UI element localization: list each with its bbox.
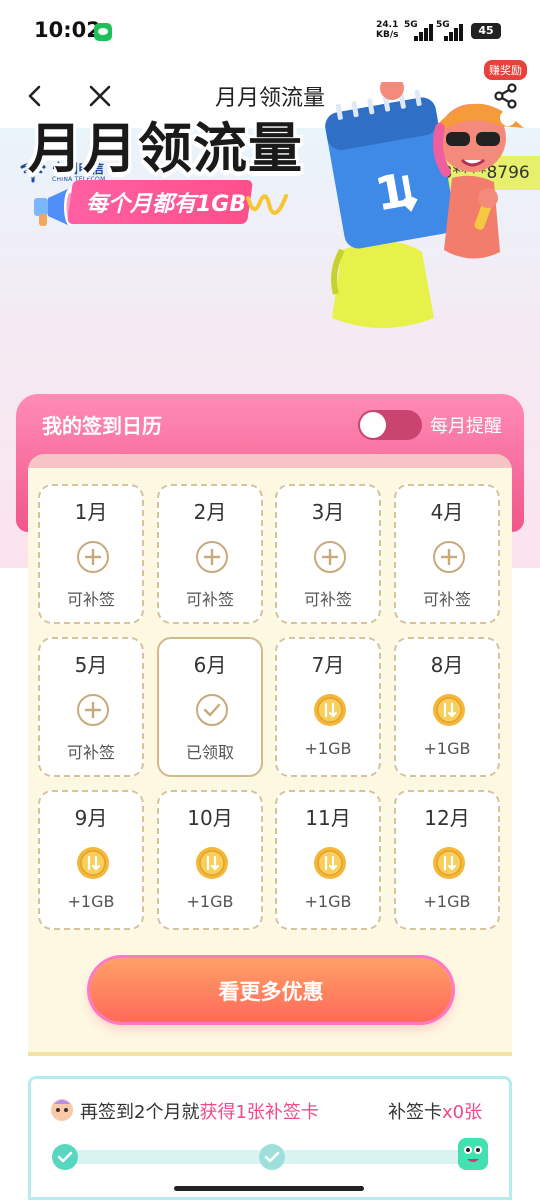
add-circle-icon (77, 694, 109, 726)
gold-coin-icon (314, 847, 346, 879)
month-label: 2月 (193, 500, 227, 524)
month-status: +1GB (304, 892, 352, 911)
month-status: +1GB (186, 892, 234, 911)
month-cell[interactable]: 3月可补签 (275, 484, 381, 624)
month-cell[interactable]: 8月 +1GB (394, 637, 500, 777)
gold-coin-icon (196, 847, 228, 879)
check-circle-icon (196, 694, 228, 726)
progress-text-highlight: 获得1张补签卡 (199, 1102, 319, 1123)
more-offers-button-label: 看更多优惠 (218, 980, 324, 1004)
mascot-calendar-illustration: 1 (325, 82, 524, 328)
network-speed-unit: KB/s (376, 30, 399, 40)
home-indicator (174, 1186, 364, 1191)
month-cell[interactable]: 2月可补签 (157, 484, 263, 624)
makeup-card-count: 补签卡x0张 (388, 1098, 482, 1124)
month-status: +1GB (423, 892, 471, 911)
squiggle-decoration-icon (246, 194, 288, 215)
month-cell[interactable]: 12月 +1GB (394, 790, 500, 930)
monthly-reminder-toggle[interactable] (358, 410, 422, 440)
month-status: 可补签 (66, 590, 115, 609)
month-cell[interactable]: 10月 +1GB (157, 790, 263, 930)
gold-coin-icon (77, 847, 109, 879)
add-circle-icon (433, 541, 465, 573)
month-status: 可补签 (422, 590, 471, 609)
subtitle-text: 每个月都有1GB (86, 192, 247, 217)
month-status: 可补签 (303, 590, 352, 609)
makeup-card-count-value: x0张 (442, 1102, 483, 1123)
month-status: +1GB (67, 892, 115, 911)
status-bar: 10:02 24.1 KB/s 5G 5G 45 (0, 0, 540, 64)
month-status: +1GB (423, 739, 471, 758)
hero-title: 月月领流量 (28, 117, 303, 180)
month-label: 1月 (74, 500, 108, 524)
network-speed-value: 24.1 (376, 20, 399, 30)
progress-check-icon (259, 1144, 285, 1170)
battery-icon: 45 (471, 23, 501, 39)
month-label: 10月 (187, 806, 233, 830)
add-circle-icon (314, 541, 346, 573)
month-label: 3月 (311, 500, 345, 524)
month-label: 12月 (424, 806, 470, 830)
divider (28, 1052, 512, 1056)
month-cell[interactable]: 7月 +1GB (275, 637, 381, 777)
calendar-title: 我的签到日历 (42, 414, 162, 438)
month-label: 4月 (430, 500, 464, 524)
progress-text-prefix: 再签到2个月就 (80, 1102, 200, 1123)
progress-check-icon (52, 1144, 78, 1170)
makeup-card-label: 补签卡 (388, 1102, 442, 1123)
month-status: +1GB (304, 739, 352, 758)
makeup-card-progress (28, 1076, 512, 1200)
month-cell[interactable]: 4月可补签 (394, 484, 500, 624)
month-cell[interactable]: 11月 +1GB (275, 790, 381, 930)
month-label: 8月 (430, 653, 464, 677)
month-label: 9月 (74, 806, 108, 830)
signal-bars-icon (444, 23, 466, 41)
monthly-reminder-label: 每月提醒 (430, 416, 502, 437)
month-cell[interactable]: 5月可补签 (38, 637, 144, 777)
signal-bars-icon (414, 23, 436, 41)
gold-coin-icon (433, 694, 465, 726)
progress-text: 再签到2个月就获得1张补签卡 (80, 1098, 319, 1124)
month-status: 可补签 (185, 590, 234, 609)
month-label: 11月 (305, 806, 351, 830)
reward-face-icon (458, 1138, 488, 1170)
more-offers-button[interactable]: 看更多优惠 (90, 958, 452, 1022)
month-status: 可补签 (66, 743, 115, 762)
gold-coin-icon (433, 847, 465, 879)
toggle-knob (360, 412, 386, 438)
status-time: 10:02 (34, 18, 101, 42)
gold-coin-icon (314, 694, 346, 726)
month-cell[interactable]: 1月可补签 (38, 484, 144, 624)
month-cell[interactable]: 6月已领取 (157, 637, 263, 777)
add-circle-icon (77, 541, 109, 573)
gift-mascot-icon (51, 1099, 73, 1121)
earn-reward-badge[interactable]: 赚奖励 (484, 60, 527, 80)
add-circle-icon (196, 541, 228, 573)
network-speed: 24.1 KB/s (376, 20, 398, 40)
month-label: 6月 (193, 653, 227, 677)
month-label: 5月 (74, 653, 108, 677)
wechat-icon (94, 23, 112, 41)
month-status: 已领取 (185, 743, 234, 762)
month-cell[interactable]: 9月 +1GB (38, 790, 144, 930)
month-label: 7月 (311, 653, 345, 677)
